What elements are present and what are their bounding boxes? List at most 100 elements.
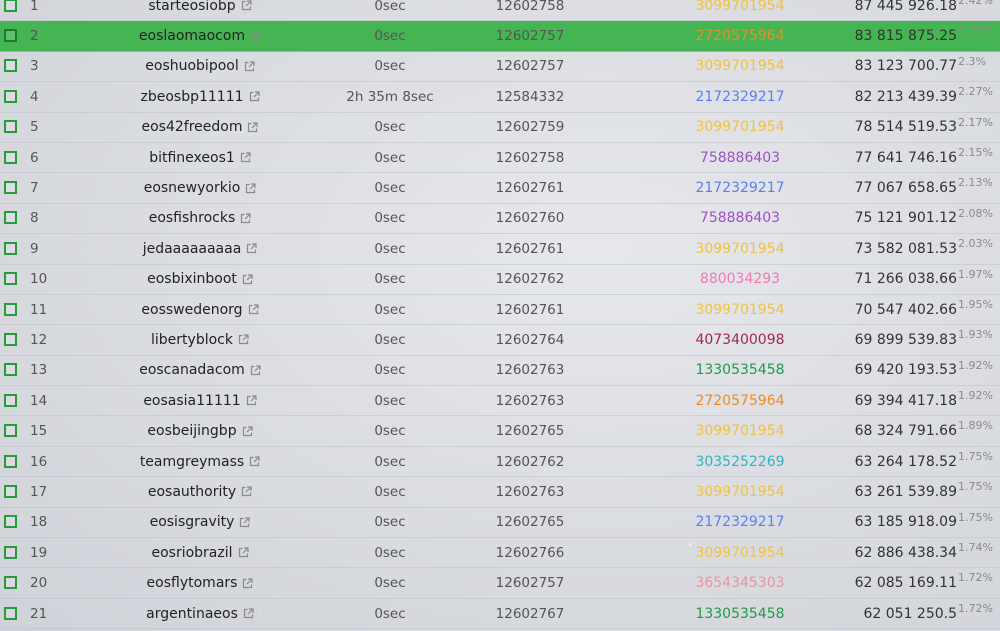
producer-name-link[interactable]: eosriobrazil xyxy=(151,545,232,561)
producer-name-link[interactable]: bitfinexeos1 xyxy=(149,150,235,166)
checkbox-icon[interactable] xyxy=(4,484,17,498)
producer-name-link[interactable]: eoslaomaocom xyxy=(139,28,245,44)
external-link-icon[interactable] xyxy=(246,243,257,254)
table-row[interactable]: 14 eosasia11111 0sec 12602763 2720575964… xyxy=(0,386,1000,417)
producer-name-link[interactable]: zbeosbp11111 xyxy=(140,89,243,105)
votes-cell: 71 266 038.66 xyxy=(854,271,957,288)
checkbox-icon[interactable] xyxy=(4,363,17,377)
producer-name-link[interactable]: teamgreymass xyxy=(140,454,244,470)
checkbox-icon[interactable] xyxy=(4,302,17,316)
checkbox-icon[interactable] xyxy=(4,29,17,43)
producer-name-link[interactable]: eoscanadacom xyxy=(139,362,245,378)
votes-cell: 75 121 901.12 xyxy=(854,210,957,227)
vote-percent-cell: 2.03% xyxy=(958,237,993,251)
table-row[interactable]: 15 eosbeijingbp 0sec 12602765 3099701954… xyxy=(0,416,1000,447)
table-row[interactable]: 12 libertyblock 0sec 12602764 4073400098… xyxy=(0,325,1000,356)
last-produced-cell: 0sec xyxy=(374,240,406,257)
producer-name-link[interactable]: eoshuobipool xyxy=(145,58,238,74)
producer-name-link[interactable]: starteosiobp xyxy=(148,0,235,14)
rank-cell: 1 xyxy=(30,0,39,14)
producer-name-link[interactable]: eosnewyorkio xyxy=(144,180,241,196)
checkbox-icon[interactable] xyxy=(4,59,17,73)
producer-name-link[interactable]: eosbeijingbp xyxy=(147,423,236,439)
table-row[interactable]: 4 zbeosbp11111 2h 35m 8sec 12584332 2172… xyxy=(0,82,1000,113)
producer-name-link[interactable]: eosflytomars xyxy=(147,575,238,591)
external-link-icon[interactable] xyxy=(250,365,261,376)
block-number-cell: 12602758 xyxy=(495,0,565,14)
checkbox-icon[interactable] xyxy=(4,211,17,225)
producer-name-link[interactable]: jedaaaaaaaaa xyxy=(143,241,242,257)
key-id-cell: 758886403 xyxy=(699,210,781,227)
producer-name-link[interactable]: eosbixinboot xyxy=(147,271,237,287)
producer-name-link[interactable]: eosisgravity xyxy=(150,514,235,530)
checkbox-icon[interactable] xyxy=(4,424,17,438)
external-link-icon[interactable] xyxy=(249,91,260,102)
external-link-icon[interactable] xyxy=(238,334,249,345)
table-row[interactable]: 19 eosriobrazil 0sec 12602766 3099701954… xyxy=(0,538,1000,569)
external-link-icon[interactable] xyxy=(245,182,256,194)
table-row[interactable]: 11 eosswedenorg 0sec 12602761 3099701954… xyxy=(0,295,1000,326)
producer-name-link[interactable]: eosasia11111 xyxy=(143,393,240,409)
table-row[interactable]: 20 eosflytomars 0sec 12602757 3654345303… xyxy=(0,568,1000,599)
external-link-icon[interactable] xyxy=(248,304,259,315)
external-link-icon[interactable] xyxy=(241,0,252,11)
checkbox-icon[interactable] xyxy=(4,606,17,620)
checkbox-icon[interactable] xyxy=(4,89,17,103)
key-id-cell: 758886403 xyxy=(699,149,781,166)
external-link-icon[interactable] xyxy=(240,152,251,163)
external-link-icon[interactable] xyxy=(243,608,254,619)
checkbox-icon[interactable] xyxy=(4,0,17,12)
producer-name-link[interactable]: eosfishrocks xyxy=(149,210,236,226)
external-link-icon[interactable] xyxy=(249,456,260,467)
external-link-icon[interactable] xyxy=(247,122,259,133)
external-link-icon[interactable] xyxy=(246,395,257,406)
checkbox-icon[interactable] xyxy=(4,150,17,164)
producer-name-cell: eosflytomars xyxy=(100,568,300,597)
external-link-icon[interactable] xyxy=(241,486,252,497)
external-link-icon[interactable] xyxy=(239,517,251,528)
checkbox-icon[interactable] xyxy=(4,393,17,407)
checkbox-icon[interactable] xyxy=(4,515,17,529)
rank-cell: 12 xyxy=(30,331,48,348)
table-row[interactable]: 16 teamgreymass 0sec 12602762 3035252269… xyxy=(0,447,1000,478)
checkbox-icon[interactable] xyxy=(4,120,17,134)
table-row[interactable]: 18 eosisgravity 0sec 12602765 2172329217… xyxy=(0,508,1000,539)
vote-percent-cell: 1.92% xyxy=(958,358,993,372)
table-row[interactable]: 17 eosauthority 0sec 12602763 3099701954… xyxy=(0,477,1000,508)
table-row[interactable]: 2 eoslaomaocom 0sec 12602757 2720575964 … xyxy=(0,21,1000,52)
checkbox-icon[interactable] xyxy=(4,454,17,468)
producer-name-link[interactable]: eos42freedom xyxy=(142,119,243,135)
checkbox-icon[interactable] xyxy=(4,545,17,559)
table-row[interactable]: 1 starteosiobp 0sec 12602758 3099701954 … xyxy=(0,0,1000,22)
table-row[interactable]: 7 eosnewyorkio 0sec 12602761 2172329217 … xyxy=(0,173,1000,204)
key-id-cell: 3035252269 xyxy=(695,453,785,470)
checkbox-icon[interactable] xyxy=(4,181,17,195)
table-row[interactable]: 8 eosfishrocks 0sec 12602760 758886403 7… xyxy=(0,204,1000,235)
table-row[interactable]: 6 bitfinexeos1 0sec 12602758 758886403 7… xyxy=(0,143,1000,174)
key-id-cell: 3099701954 xyxy=(695,58,785,75)
external-link-icon[interactable] xyxy=(240,213,251,224)
producer-name-link[interactable]: eosauthority xyxy=(148,484,236,500)
external-link-icon[interactable] xyxy=(242,274,253,285)
external-link-icon[interactable] xyxy=(250,30,261,42)
checkbox-icon[interactable] xyxy=(4,241,17,255)
producer-name-cell: eosasia11111 xyxy=(100,386,300,415)
producer-name-cell: argentinaeos xyxy=(100,599,300,628)
producer-name-link[interactable]: argentinaeos xyxy=(146,606,238,622)
table-row[interactable]: 21 argentinaeos 0sec 12602767 1330535458… xyxy=(0,599,1000,630)
table-row[interactable]: 9 jedaaaaaaaaa 0sec 12602761 3099701954 … xyxy=(0,234,1000,265)
checkbox-icon[interactable] xyxy=(4,272,17,286)
block-number-cell: 12602763 xyxy=(495,392,565,409)
table-row[interactable]: 10 eosbixinboot 0sec 12602762 880034293 … xyxy=(0,265,1000,295)
checkbox-icon[interactable] xyxy=(4,576,17,590)
checkbox-icon[interactable] xyxy=(4,332,17,346)
external-link-icon[interactable] xyxy=(238,547,249,558)
producer-name-link[interactable]: libertyblock xyxy=(151,332,233,348)
table-row[interactable]: 5 eos42freedom 0sec 12602759 3099701954 … xyxy=(0,113,1000,143)
external-link-icon[interactable] xyxy=(244,61,255,72)
table-row[interactable]: 13 eoscanadacom 0sec 12602763 1330535458… xyxy=(0,356,1000,387)
table-row[interactable]: 3 eoshuobipool 0sec 12602757 3099701954 … xyxy=(0,52,1000,83)
producer-name-link[interactable]: eosswedenorg xyxy=(141,302,242,318)
external-link-icon[interactable] xyxy=(242,426,253,437)
external-link-icon[interactable] xyxy=(242,578,254,589)
